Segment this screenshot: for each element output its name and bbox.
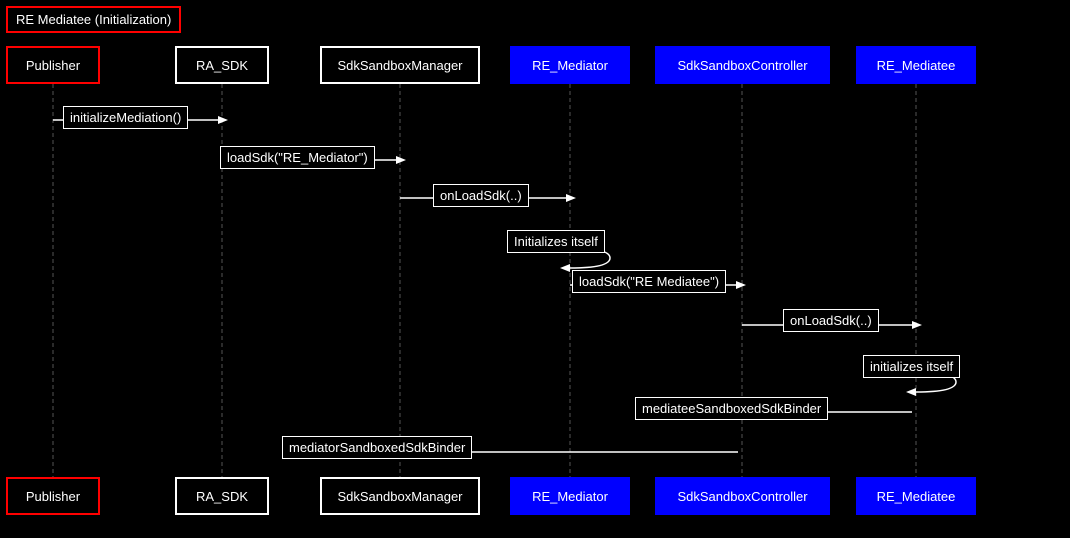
- actor-sdksandboxcontroller-top: SdkSandboxController: [655, 46, 830, 84]
- diagram-container: RE Mediatee (Initialization): [0, 0, 1070, 538]
- actor-remediator-bottom: RE_Mediator: [510, 477, 630, 515]
- actor-remediatee-bottom: RE_Mediatee: [856, 477, 976, 515]
- actor-sdksandboxcontroller-bottom: SdkSandboxController: [655, 477, 830, 515]
- actor-remediatee-top: RE_Mediatee: [856, 46, 976, 84]
- actor-publisher-top: Publisher: [6, 46, 100, 84]
- actor-publisher-bottom: Publisher: [6, 477, 100, 515]
- diagram-title: RE Mediatee (Initialization): [6, 6, 181, 33]
- msg-load-sdk-remediator: loadSdk("RE_Mediator"): [220, 146, 375, 169]
- actor-sdksandboxmanager-top: SdkSandboxManager: [320, 46, 480, 84]
- msg-initialize-mediation: initializeMediation(): [63, 106, 188, 129]
- msg-initializes-itself-2: initializes itself: [863, 355, 960, 378]
- actor-remediator-top: RE_Mediator: [510, 46, 630, 84]
- msg-load-sdk-remediatee: loadSdk("RE Mediatee"): [572, 270, 726, 293]
- msg-onloadsdk-1: onLoadSdk(..): [433, 184, 529, 207]
- actor-rasdk-top: RA_SDK: [175, 46, 269, 84]
- actor-sdksandboxmanager-bottom: SdkSandboxManager: [320, 477, 480, 515]
- msg-initializes-itself-1: Initializes itself: [507, 230, 605, 253]
- actor-rasdk-bottom: RA_SDK: [175, 477, 269, 515]
- msg-mediator-binder: mediatorSandboxedSdkBinder: [282, 436, 472, 459]
- msg-onloadsdk-2: onLoadSdk(..): [783, 309, 879, 332]
- msg-mediatee-binder: mediateeSandboxedSdkBinder: [635, 397, 828, 420]
